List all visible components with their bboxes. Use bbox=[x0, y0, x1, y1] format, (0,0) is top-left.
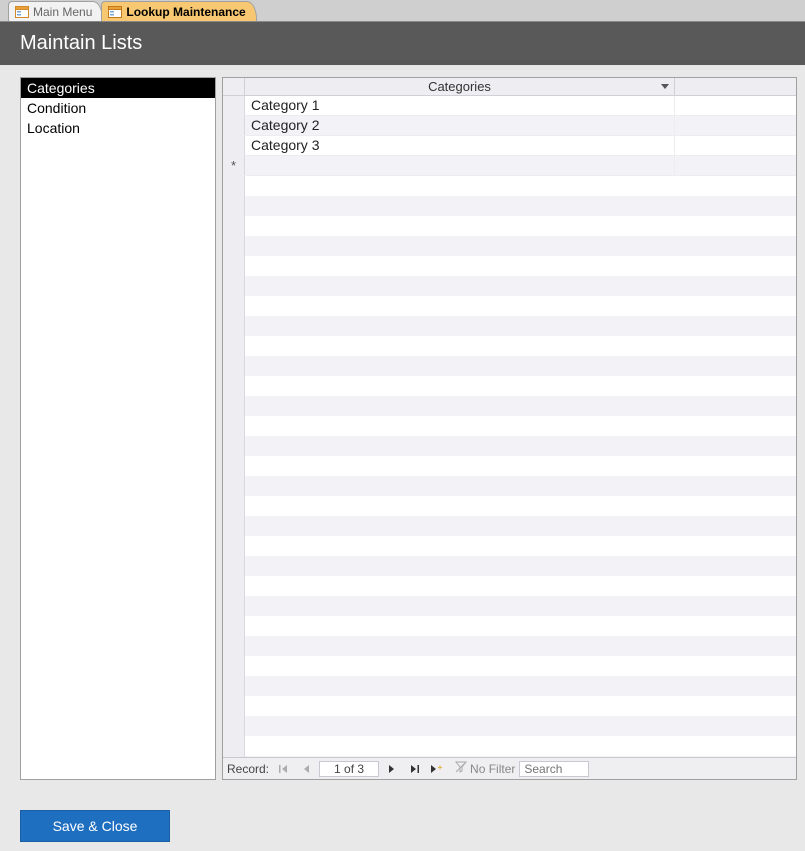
sidebar-item-label: Location bbox=[27, 120, 80, 136]
funnel-icon bbox=[455, 761, 467, 776]
form-icon bbox=[108, 6, 122, 18]
cell-category[interactable]: Category 1 bbox=[245, 96, 675, 115]
button-label: Save & Close bbox=[53, 818, 138, 834]
filter-label: No Filter bbox=[470, 762, 515, 776]
document-tabs: Main Menu Lookup Maintenance bbox=[0, 0, 805, 22]
add-column-area bbox=[675, 78, 796, 95]
nav-new-record-button[interactable] bbox=[427, 761, 445, 777]
row-selector[interactable] bbox=[223, 136, 245, 155]
new-record-row[interactable]: * bbox=[223, 156, 796, 176]
datasheet-body[interactable]: Category 1 Category 2 Category 3 bbox=[223, 96, 796, 757]
list-type-sidebar: Categories Condition Location bbox=[20, 77, 216, 780]
page-title: Maintain Lists bbox=[20, 32, 142, 54]
row-selector-gutter bbox=[223, 96, 245, 757]
column-header-categories[interactable]: Categories bbox=[245, 78, 675, 95]
form-icon bbox=[15, 6, 29, 18]
record-position[interactable]: 1 of 3 bbox=[319, 761, 379, 777]
sidebar-item-categories[interactable]: Categories bbox=[21, 78, 215, 98]
sidebar-item-condition[interactable]: Condition bbox=[21, 98, 215, 118]
record-label: Record: bbox=[227, 762, 269, 776]
nav-first-button[interactable] bbox=[275, 761, 293, 777]
filter-indicator[interactable]: No Filter bbox=[455, 761, 515, 776]
tab-label: Main Menu bbox=[33, 5, 92, 19]
nav-last-button[interactable] bbox=[405, 761, 423, 777]
tab-main-menu[interactable]: Main Menu bbox=[8, 1, 103, 21]
sidebar-item-location[interactable]: Location bbox=[21, 118, 215, 138]
search-input[interactable] bbox=[519, 761, 589, 777]
tab-label: Lookup Maintenance bbox=[126, 5, 245, 19]
select-all-corner[interactable] bbox=[223, 78, 245, 95]
datasheet: Categories Category 1 bbox=[222, 77, 797, 780]
record-navigator: Record: 1 of 3 No Filter bbox=[223, 757, 796, 779]
workspace: Categories Condition Location Categories bbox=[0, 65, 805, 780]
tab-lookup-maintenance[interactable]: Lookup Maintenance bbox=[101, 1, 256, 21]
save-and-close-button[interactable]: Save & Close bbox=[20, 810, 170, 842]
datasheet-header: Categories bbox=[223, 78, 796, 96]
column-filter-dropdown-icon[interactable] bbox=[660, 82, 670, 92]
table-row[interactable]: Category 3 bbox=[223, 136, 796, 156]
datasheet-background-rows bbox=[223, 96, 796, 757]
form-footer: Save & Close bbox=[0, 780, 805, 842]
row-selector[interactable] bbox=[223, 116, 245, 135]
table-row[interactable]: Category 1 bbox=[223, 96, 796, 116]
nav-prev-button[interactable] bbox=[297, 761, 315, 777]
row-selector[interactable] bbox=[223, 96, 245, 115]
sidebar-item-label: Condition bbox=[27, 100, 86, 116]
sidebar-item-label: Categories bbox=[27, 80, 95, 96]
page-header: Maintain Lists bbox=[0, 22, 805, 65]
new-record-marker-icon: * bbox=[223, 156, 245, 175]
table-row[interactable]: Category 2 bbox=[223, 116, 796, 136]
cell-category-new[interactable] bbox=[245, 156, 675, 175]
cell-category[interactable]: Category 3 bbox=[245, 136, 675, 155]
nav-next-button[interactable] bbox=[383, 761, 401, 777]
column-header-label: Categories bbox=[428, 79, 491, 94]
cell-category[interactable]: Category 2 bbox=[245, 116, 675, 135]
